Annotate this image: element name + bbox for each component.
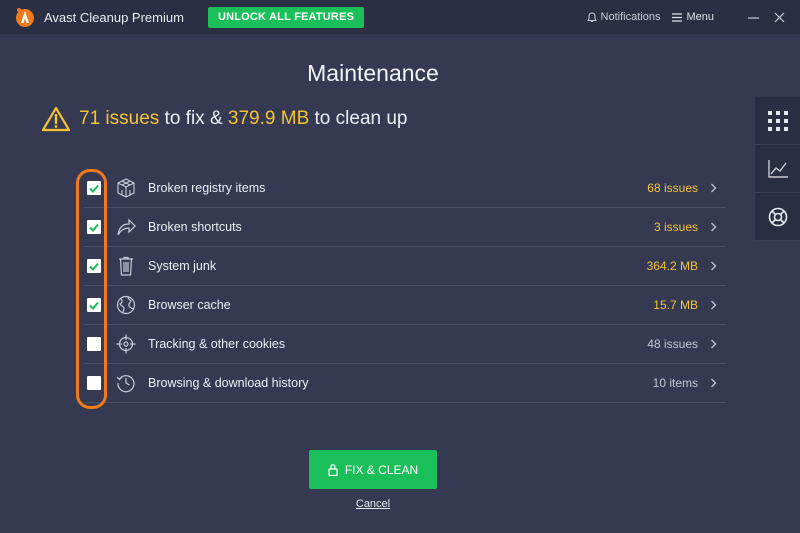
lifebuoy-icon bbox=[768, 207, 787, 226]
item-label: System junk bbox=[148, 259, 217, 273]
list-item-system-junk[interactable]: System junk 364.2 MB bbox=[84, 247, 726, 286]
unlock-all-features-button[interactable]: UNLOCK ALL FEATURES bbox=[207, 6, 365, 28]
fix-and-clean-label: FIX & CLEAN bbox=[344, 462, 419, 477]
chevron-right-icon[interactable] bbox=[710, 221, 720, 233]
checkbox-broken-registry[interactable] bbox=[87, 181, 101, 195]
performance-chart-button[interactable] bbox=[755, 145, 800, 193]
close-button[interactable] bbox=[772, 10, 786, 24]
avast-logo-icon bbox=[16, 8, 34, 27]
issues-summary: 71 issues to fix & 379.9 MB to clean up bbox=[42, 106, 408, 132]
chevron-right-icon[interactable] bbox=[710, 260, 720, 272]
checkbox-browser-cache[interactable] bbox=[87, 298, 101, 312]
crosshair-icon bbox=[115, 333, 137, 355]
page-title: Maintenance bbox=[307, 60, 439, 86]
item-label: Broken registry items bbox=[148, 181, 266, 195]
chevron-right-icon[interactable] bbox=[710, 299, 720, 311]
summary-text-fix: to fix & bbox=[159, 108, 228, 129]
list-item-browser-cache[interactable]: Browser cache 15.7 MB bbox=[84, 286, 726, 325]
fix-and-clean-button[interactable]: FIX & CLEAN bbox=[309, 450, 437, 489]
titlebar-controls: Notifications Menu bbox=[586, 0, 800, 34]
warning-icon bbox=[42, 106, 70, 132]
chevron-right-icon[interactable] bbox=[710, 182, 720, 194]
minimize-icon bbox=[747, 16, 759, 19]
shortcut-arrow-icon bbox=[115, 216, 137, 238]
globe-icon bbox=[115, 294, 137, 316]
chart-icon bbox=[767, 159, 788, 178]
checkbox-browsing-history[interactable] bbox=[87, 376, 101, 390]
maintenance-list: Broken registry items 68 issues Broken s… bbox=[84, 169, 726, 403]
notifications-button[interactable]: Notifications bbox=[586, 11, 661, 23]
apps-grid-button[interactable] bbox=[755, 97, 800, 145]
menu-label: Menu bbox=[686, 11, 714, 23]
app-title: Avast Cleanup Premium bbox=[44, 9, 184, 25]
list-item-broken-shortcuts[interactable]: Broken shortcuts 3 issues bbox=[84, 208, 726, 247]
notifications-label: Notifications bbox=[600, 11, 661, 23]
help-button[interactable] bbox=[755, 193, 800, 241]
list-item-browsing-history[interactable]: Browsing & download history 10 items bbox=[84, 364, 726, 403]
checkmark-icon bbox=[89, 301, 99, 310]
item-label: Browsing & download history bbox=[148, 376, 309, 390]
chevron-right-icon[interactable] bbox=[710, 377, 720, 389]
cleanup-size: 379.9 MB bbox=[227, 108, 310, 129]
menu-button[interactable]: Menu bbox=[672, 11, 714, 23]
minimize-button[interactable] bbox=[746, 10, 760, 24]
item-value: 68 issues bbox=[647, 181, 698, 195]
chevron-right-icon[interactable] bbox=[710, 338, 720, 350]
checkbox-broken-shortcuts[interactable] bbox=[87, 220, 101, 234]
item-value: 48 issues bbox=[647, 337, 698, 351]
trash-icon bbox=[115, 255, 137, 277]
item-label: Tracking & other cookies bbox=[148, 337, 286, 351]
item-value: 15.7 MB bbox=[653, 298, 698, 312]
lock-icon bbox=[328, 463, 338, 476]
summary-text-clean: to clean up bbox=[309, 108, 408, 129]
checkbox-system-junk[interactable] bbox=[87, 259, 101, 273]
cancel-link[interactable]: Cancel bbox=[0, 498, 746, 510]
checkmark-icon bbox=[89, 223, 99, 232]
hamburger-icon bbox=[672, 12, 683, 22]
history-icon bbox=[115, 372, 137, 394]
item-value: 3 issues bbox=[653, 220, 698, 234]
checkmark-icon bbox=[89, 262, 99, 271]
list-item-broken-registry[interactable]: Broken registry items 68 issues bbox=[84, 169, 726, 208]
title-bar: Avast Cleanup Premium UNLOCK ALL FEATURE… bbox=[0, 0, 800, 34]
checkbox-tracking-cookies[interactable] bbox=[87, 337, 101, 351]
registry-cube-icon bbox=[115, 177, 137, 199]
issues-count: 71 issues bbox=[79, 108, 160, 129]
close-icon bbox=[774, 12, 784, 22]
item-value: 10 items bbox=[652, 376, 698, 390]
item-label: Browser cache bbox=[148, 298, 231, 312]
list-item-tracking-cookies[interactable]: Tracking & other cookies 48 issues bbox=[84, 325, 726, 364]
item-value: 364.2 MB bbox=[646, 259, 698, 273]
item-label: Broken shortcuts bbox=[148, 220, 242, 234]
bell-icon bbox=[586, 11, 597, 22]
grid-icon bbox=[767, 110, 788, 131]
side-panel bbox=[755, 97, 800, 241]
checkmark-icon bbox=[89, 184, 99, 193]
